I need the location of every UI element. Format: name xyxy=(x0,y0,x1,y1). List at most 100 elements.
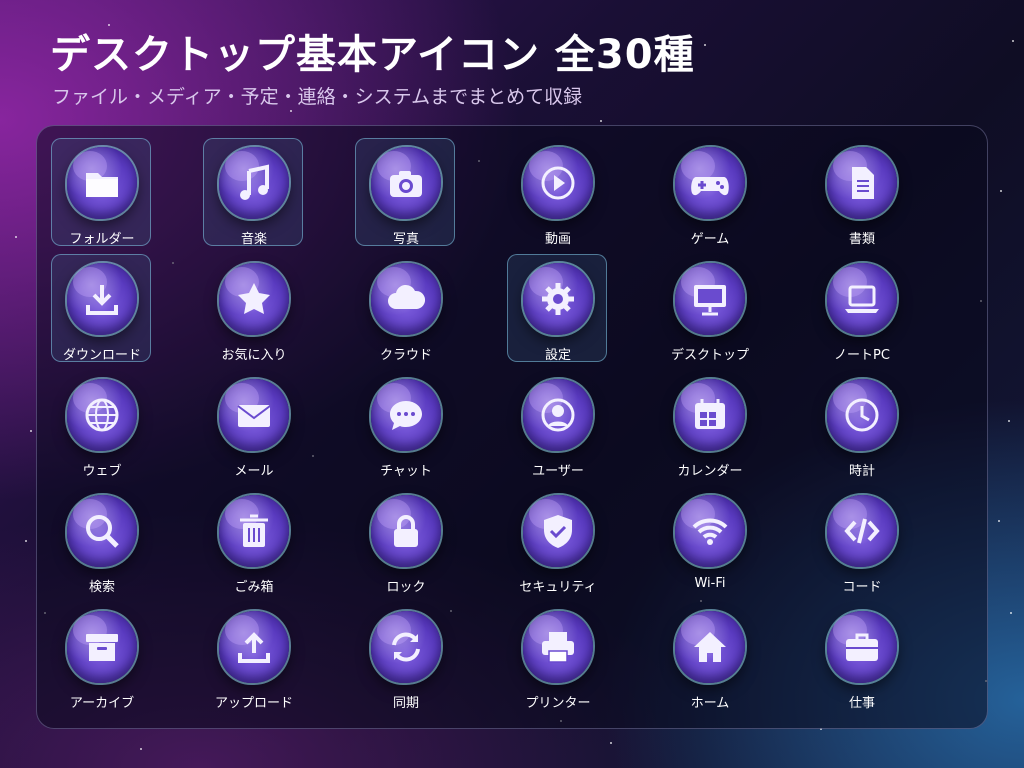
icon-label: 写真 xyxy=(392,232,419,247)
icon-tile-trash[interactable]: ごみ箱 xyxy=(203,486,303,595)
icon-tile-calendar[interactable]: カレンダー xyxy=(659,370,759,479)
icon-tile-printer[interactable]: プリンター xyxy=(507,602,607,711)
icon-label: クラウド xyxy=(379,348,432,363)
icon-tile-clock[interactable]: 時計 xyxy=(811,370,911,479)
star-dot xyxy=(610,742,612,744)
icon-label: プリンター xyxy=(525,696,591,711)
icon-label: カレンダー xyxy=(677,464,743,479)
icon-tile-download[interactable]: ダウンロード xyxy=(51,254,151,363)
icon-label: 設定 xyxy=(544,348,571,363)
icon-tile-search[interactable]: 検索 xyxy=(51,486,151,595)
icon-tile-upload[interactable]: アップロード xyxy=(203,602,303,711)
page-title: デスクトップ基本アイコン 全30種 xyxy=(50,32,695,78)
lock-icon xyxy=(371,495,441,567)
star-dot xyxy=(290,110,292,112)
icon-label: ユーザー xyxy=(532,464,584,479)
search-icon xyxy=(67,495,137,567)
icon-tile-user[interactable]: ユーザー xyxy=(507,370,607,479)
home-icon xyxy=(675,611,745,683)
play-icon xyxy=(523,147,593,219)
calendar-icon xyxy=(675,379,745,451)
icon-label: メール xyxy=(234,464,274,479)
icon-label: ダウンロード xyxy=(62,348,141,363)
gamepad-icon xyxy=(675,147,745,219)
icon-tile-archive-box[interactable]: アーカイブ xyxy=(51,602,151,711)
star-dot xyxy=(1000,190,1002,192)
icon-tile-music[interactable]: 音楽 xyxy=(203,138,303,247)
icon-label: ロック xyxy=(386,580,426,595)
icon-grid-panel: フォルダー 音楽 写真 動画 ゲーム 書類ダウンロード お気に入り クラウド 設定 デスクトップ ノ… xyxy=(36,125,988,729)
icon-label: ゲーム xyxy=(690,232,730,247)
icon-tile-wifi[interactable]: Wi-Fi xyxy=(659,486,759,594)
archive-box-icon xyxy=(67,611,137,683)
icon-label: アーカイブ xyxy=(69,696,135,711)
star-dot xyxy=(1012,40,1014,42)
icon-tile-lock[interactable]: ロック xyxy=(355,486,455,595)
cloud-icon xyxy=(371,263,441,335)
icon-label: ノートPC xyxy=(834,348,890,363)
icon-tile-mail[interactable]: メール xyxy=(203,370,303,479)
star-icon xyxy=(219,263,289,335)
shield-icon xyxy=(523,495,593,567)
folder-icon xyxy=(67,147,137,219)
monitor-icon xyxy=(675,263,745,335)
star-dot xyxy=(1008,420,1010,422)
icon-label: セキュリティ xyxy=(519,580,597,595)
icon-tile-gear[interactable]: 設定 xyxy=(507,254,607,363)
icon-label: ごみ箱 xyxy=(234,580,274,595)
icon-tile-star[interactable]: お気に入り xyxy=(203,254,303,363)
wifi-icon xyxy=(675,495,745,567)
icon-label: 時計 xyxy=(848,464,875,479)
icon-tile-play[interactable]: 動画 xyxy=(507,138,607,247)
icon-label: コード xyxy=(842,580,882,595)
upload-icon xyxy=(219,611,289,683)
icon-tile-shield[interactable]: セキュリティ xyxy=(507,486,607,595)
icon-tile-cloud[interactable]: クラウド xyxy=(355,254,455,363)
icon-label: お気に入り xyxy=(221,348,287,363)
briefcase-icon xyxy=(827,611,897,683)
star-dot xyxy=(600,120,602,122)
star-dot xyxy=(15,236,17,238)
icon-label: フォルダー xyxy=(69,232,135,247)
camera-icon xyxy=(371,147,441,219)
icon-tile-monitor[interactable]: デスクトップ xyxy=(659,254,759,363)
star-dot xyxy=(25,540,27,542)
icon-label: 検索 xyxy=(88,580,115,595)
printer-icon xyxy=(523,611,593,683)
star-dot xyxy=(140,748,142,750)
gear-icon xyxy=(523,263,593,335)
icon-label: 同期 xyxy=(392,696,419,711)
icon-label: 動画 xyxy=(544,232,571,247)
star-dot xyxy=(30,430,32,432)
music-icon xyxy=(219,147,289,219)
icon-tile-chat[interactable]: チャット xyxy=(355,370,455,479)
icon-label: ホーム xyxy=(690,696,730,711)
icon-tile-globe[interactable]: ウェブ xyxy=(51,370,151,479)
icon-tile-camera[interactable]: 写真 xyxy=(355,138,455,247)
globe-icon xyxy=(67,379,137,451)
trash-icon xyxy=(219,495,289,567)
icon-label: チャット xyxy=(380,464,432,479)
user-icon xyxy=(523,379,593,451)
icon-tile-document[interactable]: 書類 xyxy=(811,138,911,247)
icon-tile-gamepad[interactable]: ゲーム xyxy=(659,138,759,247)
icon-tile-laptop[interactable]: ノートPC xyxy=(811,254,911,363)
mail-icon xyxy=(219,379,289,451)
icon-tile-home[interactable]: ホーム xyxy=(659,602,759,711)
star-dot xyxy=(704,44,706,46)
icon-tile-code[interactable]: コード xyxy=(811,486,911,595)
star-dot xyxy=(998,520,1000,522)
code-icon xyxy=(827,495,897,567)
icon-label: 書類 xyxy=(848,232,875,247)
download-icon xyxy=(67,263,137,335)
icon-tile-briefcase[interactable]: 仕事 xyxy=(811,602,911,711)
icon-label: 仕事 xyxy=(848,696,875,711)
document-icon xyxy=(827,147,897,219)
icon-tile-folder[interactable]: フォルダー xyxy=(51,138,151,247)
icon-label: 音楽 xyxy=(240,232,267,247)
icon-tile-sync[interactable]: 同期 xyxy=(355,602,455,711)
clock-icon xyxy=(827,379,897,451)
icon-label: アップロード xyxy=(214,696,293,711)
icon-label: ウェブ xyxy=(82,464,122,479)
laptop-icon xyxy=(827,263,897,335)
